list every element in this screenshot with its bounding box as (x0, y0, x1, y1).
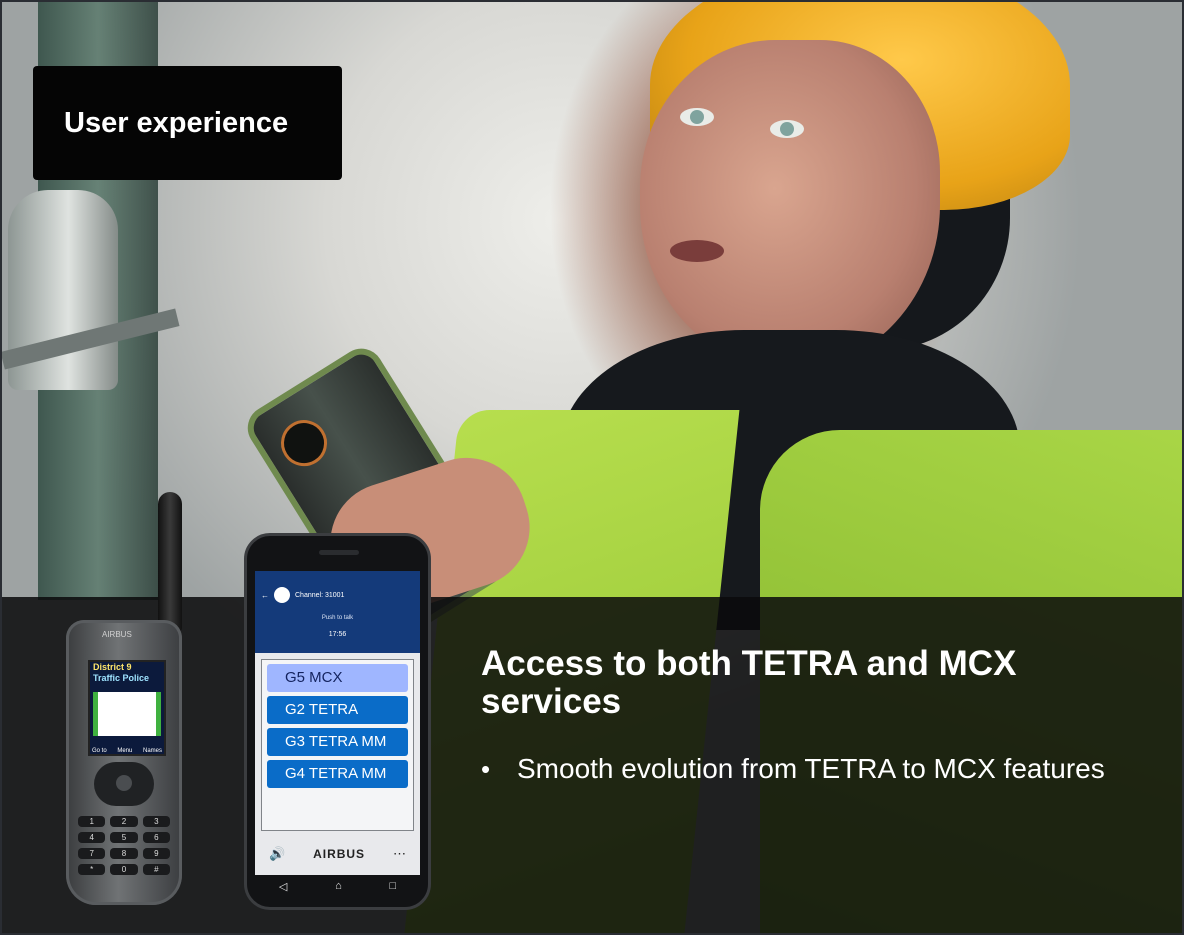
radio-screen-line: District 9 (93, 662, 132, 672)
radio-key: 2 (110, 816, 138, 827)
ptt-hint: Push to talk (321, 615, 354, 621)
recents-icon[interactable]: □ (389, 880, 396, 892)
radio-softkeys: Go to Menu Names (90, 748, 164, 754)
title-box: User experience (33, 66, 342, 180)
bullet-text: Smooth evolution from TETRA to MCX featu… (517, 753, 1105, 784)
radio-screen-line: Traffic Police (93, 673, 150, 683)
radio-key: 7 (78, 848, 106, 859)
group-item-g4-tetra-mm[interactable]: G4 TETRA MM (267, 760, 408, 788)
worker-face (640, 40, 940, 370)
phone-screen: ← Channel: 31001 Push to talk 17:56 G5 M… (255, 571, 420, 875)
radio-key: # (142, 864, 170, 875)
radio-key: * (78, 864, 106, 875)
home-icon[interactable]: ⌂ (335, 880, 342, 892)
back-arrow-icon[interactable]: ← (261, 591, 269, 600)
radio-softkey: Go to (92, 748, 107, 754)
group-list: G5 MCX G2 TETRA G3 TETRA MM G4 TETRA MM (261, 659, 414, 831)
radio-key: 6 (142, 832, 170, 843)
phone-nav-bar: ◁ ⌂ □ (255, 875, 420, 897)
tetra-radio: AIRBUS District 9 Traffic Police Go to M… (66, 620, 182, 905)
call-time: 17:56 (328, 631, 347, 638)
radio-screen: District 9 Traffic Police Go to Menu Nam… (88, 660, 166, 756)
slide-heading: Access to both TETRA and MCX services (481, 644, 1017, 721)
phone-bottom-bar: 🔊 AIRBUS ⋯ (255, 833, 420, 875)
bullet-marker: • (481, 754, 491, 784)
radio-keypad: 1 2 3 4 5 6 7 8 9 * 0 # (78, 816, 170, 875)
radio-key: 8 (110, 848, 138, 859)
speaker-icon[interactable]: 🔊 (269, 846, 285, 862)
phone-channel: ← Channel: 31001 (261, 587, 344, 603)
slide-title: User experience (64, 106, 289, 139)
worker-mouth (670, 240, 724, 262)
mcx-smartphone: ← Channel: 31001 Push to talk 17:56 G5 M… (244, 533, 431, 910)
channel-label: Channel: 31001 (295, 591, 345, 599)
phone-brand: AIRBUS (313, 847, 366, 861)
radio-key: 9 (142, 848, 170, 859)
radio-key: 3 (142, 816, 170, 827)
radio-antenna (158, 492, 182, 632)
phone-status-bar (255, 571, 420, 577)
slide: User experience Access to both TETRA and… (0, 0, 1184, 935)
channel-avatar (274, 587, 290, 603)
back-icon[interactable]: ◁ (279, 880, 287, 893)
radio-brand: AIRBUS (102, 630, 132, 639)
group-item-g5-mcx[interactable]: G5 MCX (267, 664, 408, 692)
radio-key: 1 (78, 816, 106, 827)
worker-eye-right (770, 120, 804, 138)
group-item-g2-tetra[interactable]: G2 TETRA (267, 696, 408, 724)
radio-softkey: Menu (117, 748, 133, 754)
bullet-item: • Smooth evolution from TETRA to MCX fea… (481, 753, 1121, 785)
radio-softkey: Names (142, 748, 162, 754)
radio-key: 4 (78, 832, 106, 843)
phone-header: ← Channel: 31001 Push to talk 17:56 (255, 571, 420, 653)
radio-key: 0 (110, 864, 138, 875)
group-item-g3-tetra-mm[interactable]: G3 TETRA MM (267, 728, 408, 756)
radio-screen-panel (93, 692, 161, 736)
more-icon[interactable]: ⋯ (393, 846, 406, 862)
radio-key: 5 (110, 832, 138, 843)
radio-nav-pad (94, 762, 154, 806)
worker-eye-left (680, 108, 714, 126)
phone-speaker (319, 550, 359, 555)
